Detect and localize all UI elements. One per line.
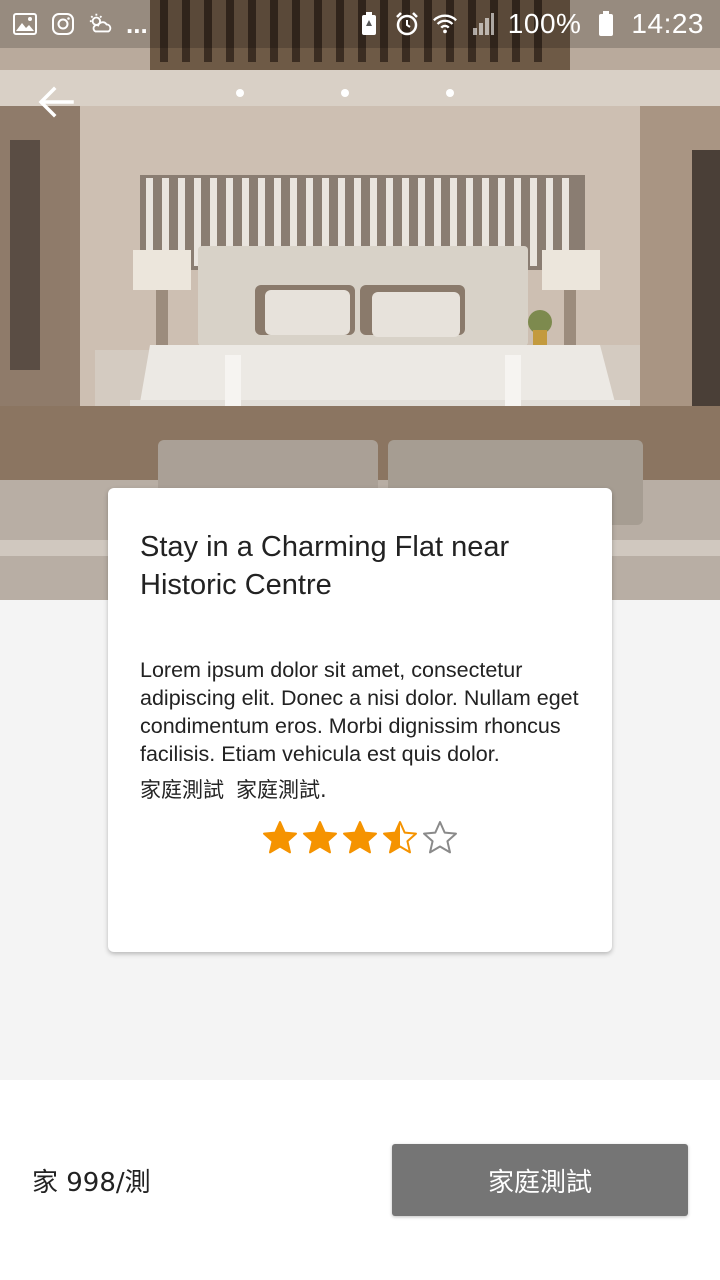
rating-stars [140, 820, 580, 856]
listing-tag: 家庭測試. [236, 778, 327, 802]
star-full-icon [263, 821, 297, 854]
weather-icon [88, 11, 114, 37]
alarm-icon [394, 11, 420, 37]
back-button[interactable] [28, 80, 84, 128]
battery-saver-icon [356, 11, 382, 37]
battery-percent: 100% [507, 8, 582, 39]
instagram-icon [50, 11, 76, 37]
listing-title: Stay in a Charming Flat near Historic Ce… [140, 531, 510, 601]
star-half-icon [383, 821, 417, 854]
battery-icon [593, 11, 619, 37]
price-label: 家 998/測 [32, 1168, 151, 1198]
status-overflow: ... [126, 8, 148, 39]
listing-tags: 家庭測試 家庭測試. [140, 774, 580, 804]
gallery-icon [12, 11, 38, 37]
listing-description: Lorem ipsum dolor sit amet, consectetur … [140, 658, 579, 766]
star-full-icon [343, 821, 377, 854]
status-bar: ... 100% 14:23 [0, 0, 720, 48]
listing-tag: 家庭測試 [140, 778, 224, 802]
listing-card: Stay in a Charming Flat near Historic Ce… [108, 488, 612, 952]
signal-icon [470, 11, 496, 37]
clock: 14:23 [631, 8, 704, 39]
star-empty-icon [423, 821, 457, 854]
arrow-left-icon [38, 86, 74, 123]
bottom-bar: 家 998/測 家庭測試 [0, 1080, 720, 1280]
status-bar-right: 100% 14:23 [356, 8, 704, 40]
status-bar-left: ... [12, 9, 148, 40]
star-full-icon [303, 821, 337, 854]
book-button[interactable]: 家庭測試 [392, 1144, 688, 1216]
wifi-icon [432, 11, 458, 37]
